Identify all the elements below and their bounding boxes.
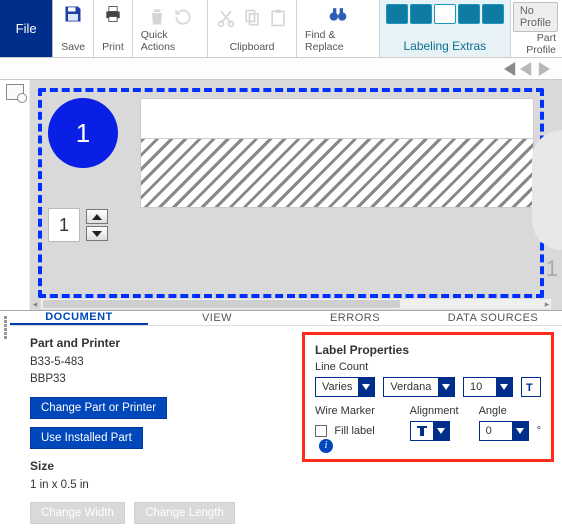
label-print-area	[140, 98, 534, 138]
find-replace-label: Find & Replace	[305, 29, 371, 53]
font-size-value: 10	[464, 378, 496, 396]
label-index-badge: 1	[48, 98, 118, 168]
angle-dropdown[interactable]: 0	[479, 421, 529, 441]
page-nav-bar	[0, 58, 562, 80]
nav-prev-icon[interactable]	[504, 62, 518, 76]
file-menu-button[interactable]: File	[0, 0, 53, 57]
print-icon[interactable]	[103, 4, 123, 24]
drag-dots-icon	[3, 315, 8, 340]
find-replace-group: Find & Replace	[297, 0, 380, 57]
scroll-right-icon[interactable]: ▸	[541, 299, 553, 309]
line-count-label: Line Count	[315, 361, 541, 373]
size-heading: Size	[30, 459, 282, 473]
trash-icon[interactable]	[147, 7, 167, 27]
extras-btn-1[interactable]	[386, 4, 408, 24]
line-count-value: Varies	[316, 378, 358, 396]
binoculars-icon[interactable]	[328, 4, 348, 24]
font-dropdown[interactable]: Verdana	[383, 377, 455, 397]
svg-text:T: T	[526, 382, 533, 393]
part-profile-label: Part Profile	[511, 32, 562, 58]
print-group: Print	[94, 0, 133, 57]
document-column: Part and Printer B33-5-483 BBP33 Change …	[10, 326, 296, 530]
stepper-down-button[interactable]	[86, 226, 108, 241]
stepper-up-button[interactable]	[86, 209, 108, 224]
label-wrap-area	[140, 138, 534, 208]
vertical-ruler	[0, 80, 30, 310]
angle-label: Angle	[479, 405, 541, 417]
tab-document[interactable]: DOCUMENT	[10, 311, 148, 325]
extras-btn-4[interactable]	[458, 4, 480, 24]
chevron-down-icon	[438, 378, 454, 396]
save-label: Save	[61, 41, 85, 53]
ruler-origin-icon[interactable]	[6, 84, 24, 100]
horizontal-scrollbar[interactable]: ◂ ▸	[40, 298, 552, 310]
fill-label-text: Fill label	[334, 425, 374, 437]
label-object[interactable]	[140, 98, 534, 208]
paste-icon[interactable]	[268, 8, 288, 28]
clipboard-label: Clipboard	[230, 41, 275, 53]
clipboard-group: Clipboard	[208, 0, 297, 57]
alignment-label: Alignment	[410, 405, 459, 417]
extras-btn-2[interactable]	[410, 4, 432, 24]
printer-value: BBP33	[30, 371, 282, 388]
part-printer-heading: Part and Printer	[30, 336, 282, 350]
change-length-button: Change Length	[134, 502, 235, 524]
change-width-button: Change Width	[30, 502, 125, 524]
print-label: Print	[102, 41, 124, 53]
label-properties-heading: Label Properties	[315, 343, 541, 357]
part-number-value: B33-5-483	[30, 354, 282, 371]
nav-next-icon[interactable]	[536, 62, 550, 76]
chevron-down-icon	[512, 422, 528, 440]
labeling-extras-group: Labeling Extras	[380, 0, 511, 57]
label-stage[interactable]: 1 1 1	[30, 80, 562, 310]
scrollbar-thumb[interactable]	[43, 300, 400, 308]
next-label-preview	[532, 130, 562, 250]
design-canvas: 1 1 1 ◂ ▸	[0, 80, 562, 310]
font-value: Verdana	[384, 378, 438, 396]
info-icon[interactable]: i	[319, 439, 333, 453]
degree-symbol: °	[537, 425, 541, 437]
quick-actions-group: Quick Actions	[133, 0, 208, 57]
save-icon[interactable]	[63, 4, 83, 24]
chevron-down-icon	[496, 378, 512, 396]
line-count-dropdown[interactable]: Varies	[315, 377, 375, 397]
alignment-value	[411, 422, 433, 440]
text-format-button[interactable]: T	[521, 377, 541, 397]
stepper-value[interactable]: 1	[48, 208, 80, 242]
copy-icon[interactable]	[242, 8, 262, 28]
use-installed-part-button[interactable]: Use Installed Part	[30, 427, 143, 449]
extras-btn-3[interactable]	[434, 4, 456, 24]
nav-prev2-icon[interactable]	[520, 62, 534, 76]
size-value: 1 in x 0.5 in	[30, 477, 282, 494]
extras-btn-5[interactable]	[482, 4, 504, 24]
alignment-dropdown[interactable]	[410, 421, 450, 441]
panel-drag-handle[interactable]	[0, 311, 10, 520]
label-properties-panel: Label Properties Line Count Varies Verda…	[302, 332, 554, 462]
save-group: Save	[53, 0, 94, 57]
angle-value: 0	[480, 422, 512, 440]
properties-tabstrip: DOCUMENT VIEW ERRORS DATA SOURCES	[10, 311, 562, 326]
scroll-left-icon[interactable]: ◂	[29, 299, 41, 309]
wire-marker-label: Wire Marker	[315, 405, 390, 417]
profile-selector[interactable]: No Profile	[513, 2, 558, 32]
font-size-dropdown[interactable]: 10	[463, 377, 513, 397]
next-label-number: 1	[546, 256, 558, 282]
text-icon: T	[525, 381, 537, 393]
cut-icon[interactable]	[216, 8, 236, 28]
fill-label-checkbox[interactable]	[315, 425, 327, 437]
refresh-icon[interactable]	[173, 7, 193, 27]
chevron-down-icon	[358, 378, 374, 396]
change-part-button[interactable]: Change Part or Printer	[30, 397, 167, 419]
tab-view[interactable]: VIEW	[148, 311, 286, 325]
tab-errors[interactable]: ERRORS	[286, 311, 424, 325]
labeling-extras-label: Labeling Extras	[403, 39, 486, 53]
profile-group: No Profile Part Profile	[511, 0, 562, 57]
quick-actions-label: Quick Actions	[141, 29, 199, 53]
align-top-icon	[417, 426, 427, 436]
tab-data-sources[interactable]: DATA SOURCES	[424, 311, 562, 325]
chevron-down-icon	[433, 422, 449, 440]
label-count-stepper: 1	[48, 208, 108, 242]
